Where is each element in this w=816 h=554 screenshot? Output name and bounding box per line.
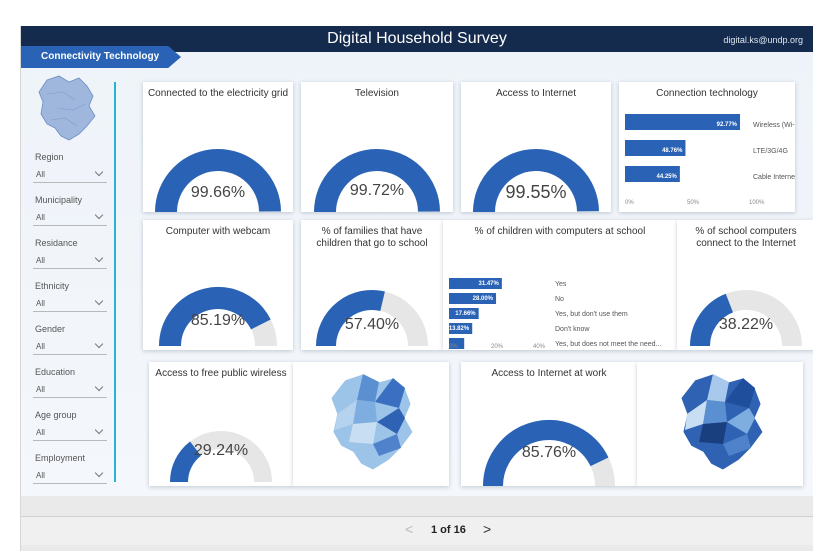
gauge-value: 57.40% [344,316,400,333]
slicer-value: All [36,170,45,179]
chevron-down-icon [94,167,104,177]
slicer-dropdown[interactable]: All [33,339,107,355]
axis-tick-label: 0% [625,200,634,206]
slicer-value: All [36,299,45,308]
category-label: Yes [555,281,567,288]
chevron-down-icon [94,210,104,220]
axis-tick-label: 40% [533,344,546,350]
gauge-value: 99.72% [349,182,405,199]
category-label: Wireless (Wi-Fi) [753,122,795,129]
webcam-gauge [159,287,277,347]
axis-tick-label: 0% [449,344,458,350]
slicer-label: Age group [35,410,77,420]
slicer-dropdown[interactable]: All [33,253,107,269]
work-internet-card: Access to Internet at work 85.76% [461,362,637,486]
slicer-label: Region [35,152,64,162]
data-label: 31.47% [479,281,500,287]
slicer-value: All [36,471,45,480]
contact-email: digital.ks@undp.org [723,35,803,45]
category-label: LTE/3G/4G [753,148,788,155]
chevron-down-icon [94,253,104,263]
slicer-label: Gender [35,324,66,334]
category-label: Yes, but does not meet the need... [555,341,661,348]
municipality-map-icon[interactable] [637,362,803,486]
public-wireless-map-card [293,362,449,486]
previous-page-button[interactable]: < [405,521,413,537]
gauge-value: 99.55% [505,182,567,202]
page-navigation: < 1 of 16 > [21,516,813,545]
chevron-down-icon [94,468,104,478]
next-page-button[interactable]: > [483,521,491,537]
axis-tick-label: 20% [491,344,504,350]
public-wireless-card: Access to free public wireless 29.24% [149,362,293,486]
category-label: Yes, but don't use them [555,311,628,318]
electricity-card: Connected to the electricity grid 99.66% [143,82,293,212]
region-map-icon[interactable] [33,74,101,144]
slicer-value: All [36,428,45,437]
report-title: Digital Household Survey [327,30,507,47]
slicer-dropdown[interactable]: All [33,468,107,484]
slicer-dropdown[interactable]: All [33,296,107,312]
connection-technology-card: Connection technology 92.77% Wireless (Wi… [619,82,795,212]
slicer-value: All [36,256,45,265]
axis-tick-label: 100% [749,200,765,206]
axis-tick-label: 50% [687,200,700,206]
municipality-map-icon[interactable] [293,362,449,486]
category-label: Cable Internet [753,174,795,181]
slicer-label: Education [35,367,76,377]
school-computers-chart: 31.47% Yes 28.00% No 17.66% Yes, but don't us… [449,278,661,350]
slicer-dropdown[interactable]: All [33,425,107,441]
tab-connectivity-technology[interactable]: Connectivity Technology [21,46,181,68]
slicer-value: All [36,342,45,351]
chevron-down-icon [94,425,104,435]
data-label: 13.82% [449,326,470,332]
data-label: 17.66% [455,311,476,317]
connection-technology-chart: 92.77% Wireless (Wi-Fi) 48.76% LTE/3G/4G 44.… [625,114,795,206]
slicer-dropdown[interactable]: All [33,210,107,226]
slicer-label: Employment [35,453,86,463]
school-internet-card: % of school computers connect to the Int… [677,220,813,350]
data-label: 92.77% [717,122,738,128]
internet-card: Access to Internet 99.55% [461,82,611,212]
gauge-value: 29.24% [193,442,249,459]
webcam-card: Computer with webcam 85.19% [143,220,293,350]
school-computers-card: % of children with computers at school 3… [443,220,677,350]
slicer-label: Municipality [35,195,83,205]
sidebar-divider [114,82,116,482]
gauge-value: 38.22% [718,316,774,333]
category-label: Don't know [555,326,590,333]
work-internet-map-card [637,362,803,486]
chevron-down-icon [94,382,104,392]
report-frame: Digital Household Survey digital.ks@undp… [20,26,813,551]
data-label: 44.25% [657,174,678,180]
chevron-down-icon [94,339,104,349]
gauge-value: 85.19% [190,312,246,329]
slicer-dropdown[interactable]: All [33,382,107,398]
tab-label: Connectivity Technology [41,51,160,62]
report-canvas: Digital Household Survey digital.ks@undp… [21,26,813,496]
gauge-value: 85.76% [521,444,577,461]
slicer-value: All [36,385,45,394]
television-card: Television 99.72% [301,82,453,212]
category-label: No [555,296,564,303]
slicer-dropdown[interactable]: All [33,167,107,183]
public-wireless-gauge [170,431,272,483]
gauge-value: 99.66% [190,184,246,201]
work-internet-gauge [483,420,615,486]
school-families-card: % of families that have children that go… [301,220,443,350]
slicer-value: All [36,213,45,222]
slicer-label: Ethnicity [35,281,70,291]
data-label: 28.00% [473,296,494,302]
chevron-down-icon [94,296,104,306]
page-indicator: 1 of 16 [431,524,466,536]
slicer-label: Residance [35,238,78,248]
data-label: 48.76% [662,148,683,154]
